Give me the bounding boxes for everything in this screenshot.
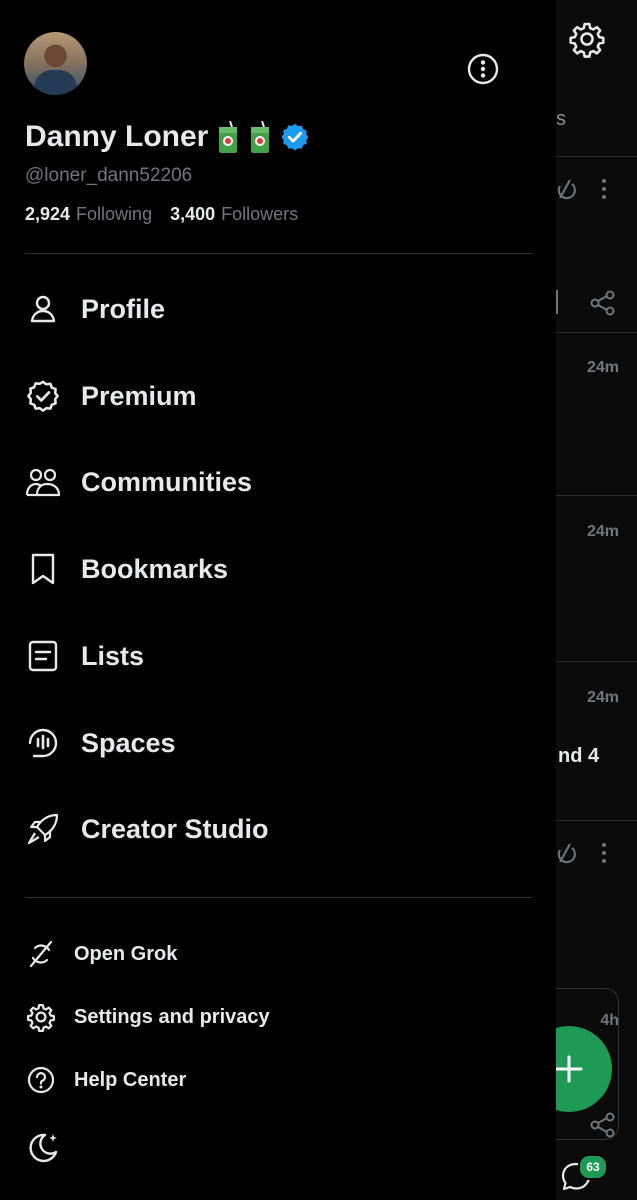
post-text-fragment: nd 4	[558, 745, 600, 767]
feed-tab-fragment: s	[556, 108, 566, 130]
person-icon	[25, 291, 61, 327]
following-label[interactable]: Following	[76, 204, 152, 225]
menu-item-creator-studio[interactable]: Creator Studio	[25, 804, 269, 854]
post-timestamp: 24m	[586, 359, 619, 376]
profile-handle: @loner_dann52206	[25, 165, 193, 186]
navigation-drawer: Danny Loner @loner_dann52206 2,924 Follo…	[0, 0, 556, 1200]
followers-count[interactable]: 3,400	[170, 204, 215, 225]
menu-item-lists[interactable]: Lists	[25, 631, 144, 681]
post-timestamp: 24m	[586, 523, 619, 540]
plus-icon	[555, 1055, 583, 1083]
profile-name-row: Danny Loner	[25, 120, 310, 154]
menu-item-label: Communities	[81, 466, 253, 497]
followers-label[interactable]: Followers	[221, 204, 298, 225]
menu-item-profile[interactable]: Profile	[25, 284, 165, 334]
grok-icon	[557, 179, 576, 200]
menu-item-label: Spaces	[81, 727, 176, 758]
following-count[interactable]: 2,924	[25, 204, 70, 225]
messages-badge: 63	[578, 1154, 608, 1180]
menu-item-label: Creator Studio	[81, 813, 269, 844]
help-icon	[25, 1064, 57, 1096]
gear-icon	[25, 1001, 57, 1033]
avatar[interactable]	[24, 32, 87, 95]
share-icon[interactable]	[590, 290, 616, 316]
menu-item-open-grok[interactable]: Open Grok	[25, 934, 177, 974]
grok-icon	[25, 938, 57, 970]
more-vertical-icon	[602, 843, 606, 863]
more-options-icon[interactable]	[466, 52, 500, 86]
verified-badge-icon	[281, 123, 309, 151]
gear-icon[interactable]	[568, 20, 606, 58]
menu-item-premium[interactable]: Premium	[25, 371, 197, 421]
juice-box-emoji-icon	[216, 120, 240, 153]
menu-item-label: Lists	[81, 640, 145, 671]
juice-box-emoji-icon	[248, 120, 272, 153]
rocket-icon	[25, 811, 61, 847]
menu-item-label: Premium	[81, 380, 197, 411]
list-icon	[25, 638, 61, 674]
menu-item-label: Settings and privacy	[74, 1005, 270, 1028]
follow-stats: 2,924 Following 3,400 Followers	[25, 204, 298, 225]
menu-item-label: Bookmarks	[81, 553, 229, 584]
spaces-icon	[25, 725, 61, 761]
bookmark-icon	[25, 551, 61, 587]
grok-icon	[557, 843, 576, 864]
menu-item-help-center[interactable]: Help Center	[25, 1060, 186, 1100]
post-timestamp: 24m	[586, 689, 619, 706]
menu-item-label: Help Center	[74, 1068, 187, 1091]
bookmark-fragment-icon	[556, 290, 558, 314]
menu-item-spaces[interactable]: Spaces	[25, 718, 176, 768]
profile-name: Danny Loner	[25, 120, 209, 153]
divider	[25, 253, 532, 254]
divider	[25, 897, 532, 898]
more-vertical-icon	[602, 179, 606, 199]
menu-item-communities[interactable]: Communities	[25, 457, 252, 507]
menu-item-label: Open Grok	[74, 942, 178, 965]
menu-item-settings-and-privacy[interactable]: Settings and privacy	[25, 997, 270, 1037]
menu-item-label: Profile	[81, 293, 166, 324]
menu-item-bookmarks[interactable]: Bookmarks	[25, 544, 228, 594]
dark-mode-moon-icon[interactable]	[25, 1130, 61, 1166]
communities-icon	[25, 464, 61, 500]
premium-badge-icon	[25, 378, 61, 414]
